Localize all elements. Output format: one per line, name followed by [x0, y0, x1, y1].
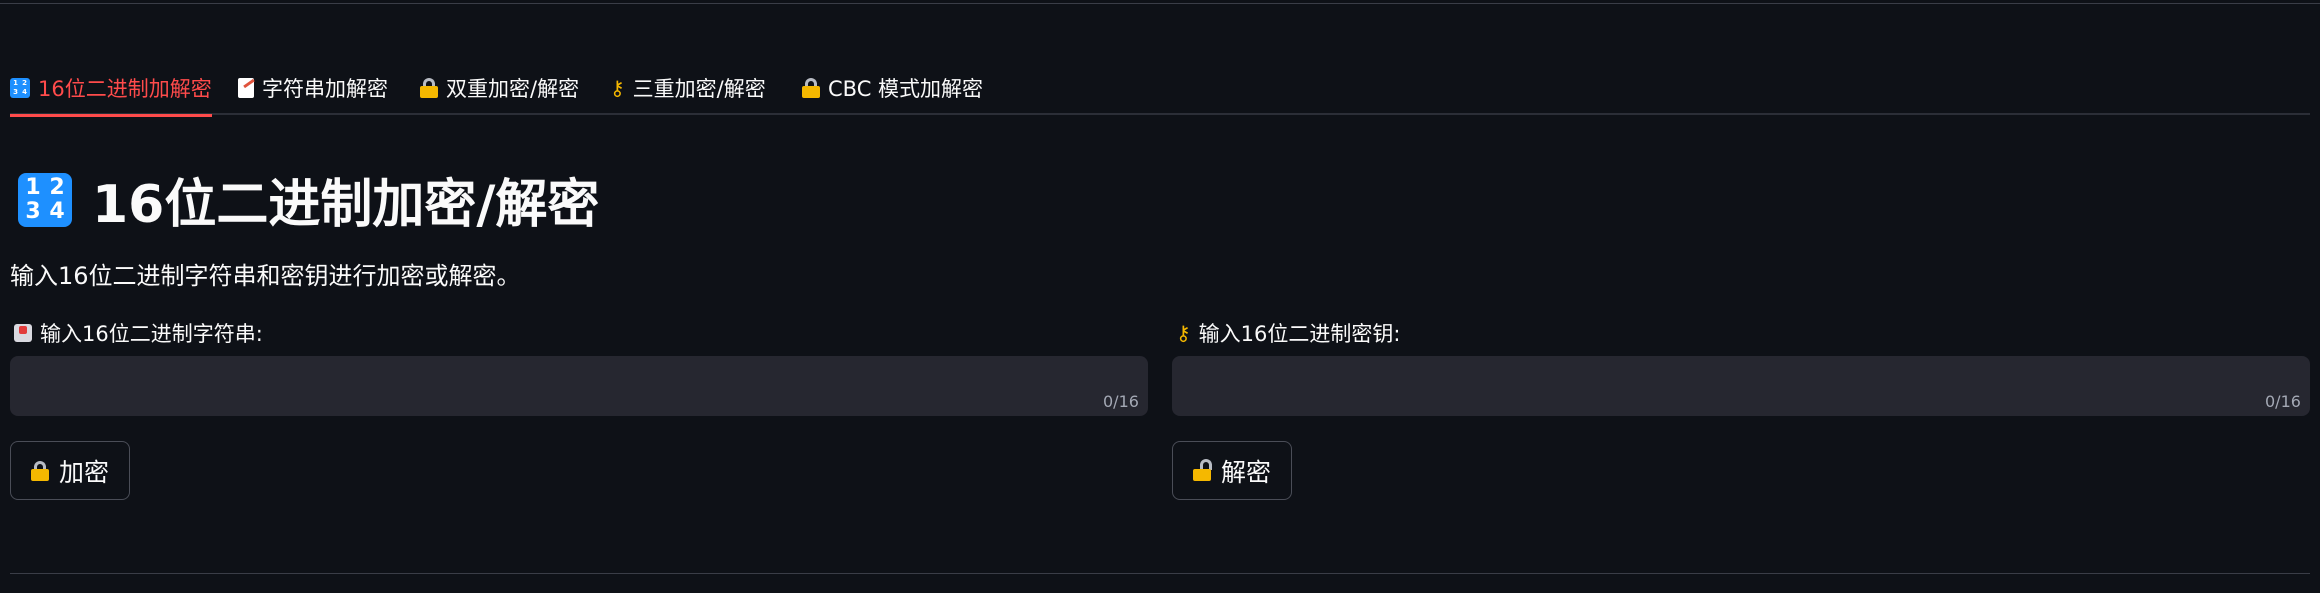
lock-icon	[31, 460, 49, 481]
tab-string[interactable]: 字符串加解密	[238, 60, 388, 115]
decrypt-button[interactable]: 解密	[1172, 441, 1293, 500]
plaintext-label: 输入16位二进制字符串:	[14, 318, 263, 348]
key-label-text: 输入16位二进制密钥:	[1198, 322, 1401, 346]
tab-label: 16位二进制加解密	[38, 76, 212, 101]
key-icon: ⚷	[610, 75, 625, 100]
key-char-counter: 0/16	[2265, 392, 2301, 411]
tab-bar: 1234 16位二进制加解密 字符串加解密 双重加密/解密 ⚷ 三重加密/解密 …	[10, 60, 2310, 117]
tab-16bit-binary[interactable]: 1234 16位二进制加解密	[10, 60, 212, 117]
page-description: 输入16位二进制字符串和密钥进行加密或解密。	[10, 262, 521, 290]
tab-label: CBC 模式加解密	[828, 76, 984, 101]
plaintext-input[interactable]	[10, 356, 1148, 416]
decrypt-button-label: 解密	[1221, 458, 1272, 487]
input-numbers-icon: 1234	[18, 172, 72, 227]
tab-label: 双重加密/解密	[446, 76, 580, 101]
page-title-text: 16位二进制加密/解密	[92, 175, 600, 235]
key-icon: ⚷	[1176, 321, 1191, 345]
page-title: 1234 16位二进制加密/解密	[18, 162, 599, 237]
tab-triple-encryption[interactable]: ⚷ 三重加密/解密	[610, 60, 766, 115]
memo-icon	[238, 77, 254, 98]
inbox-tray-icon	[14, 324, 32, 342]
top-divider	[0, 3, 2320, 4]
bottom-divider	[10, 573, 2310, 574]
key-label: ⚷ 输入16位二进制密钥:	[1176, 318, 1400, 348]
key-input[interactable]	[1172, 356, 2310, 416]
plaintext-char-counter: 0/16	[1103, 392, 1139, 411]
tab-label: 字符串加解密	[262, 76, 388, 101]
locked-with-pen-icon	[420, 77, 438, 98]
tab-cbc-mode[interactable]: CBC 模式加解密	[802, 60, 983, 115]
lock-icon	[802, 77, 820, 98]
encrypt-button[interactable]: 加密	[10, 441, 131, 500]
tab-label: 三重加密/解密	[632, 76, 766, 101]
encrypt-button-label: 加密	[59, 458, 110, 487]
unlock-icon	[1193, 458, 1212, 481]
tab-double-encryption[interactable]: 双重加密/解密	[420, 60, 579, 115]
plaintext-label-text: 输入16位二进制字符串:	[40, 322, 263, 346]
input-numbers-icon: 1234	[10, 77, 30, 98]
